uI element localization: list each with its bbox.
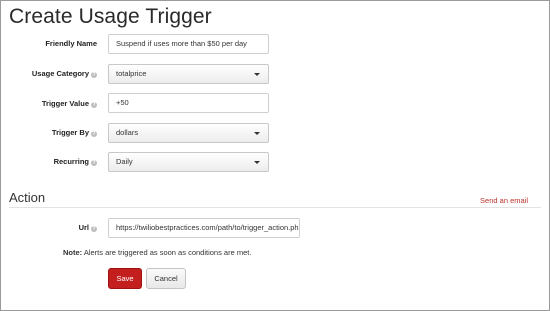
recurring-label: Recurring?: [1, 157, 97, 167]
page-frame: Create Usage Trigger Friendly Name Suspe…: [0, 0, 550, 311]
trigger-value-input[interactable]: +50: [108, 93, 269, 113]
friendly-name-input[interactable]: Suspend if uses more than $50 per day: [108, 34, 269, 54]
usage-category-info-icon[interactable]: ?: [91, 72, 97, 78]
trigger-value-label-text: Trigger Value: [41, 99, 89, 108]
trigger-by-label: Trigger By?: [1, 128, 97, 138]
usage-category-value: totalprice: [116, 69, 147, 78]
friendly-name-label-text: Friendly Name: [45, 39, 97, 48]
cancel-button[interactable]: Cancel: [146, 268, 186, 289]
recurring-label-text: Recurring: [53, 157, 89, 166]
section-divider: [9, 207, 541, 208]
usage-category-select[interactable]: totalprice: [108, 64, 269, 84]
note-text: Note: Alerts are triggered as soon as co…: [63, 248, 251, 257]
chevron-down-icon: [254, 132, 260, 135]
trigger-value-info-icon[interactable]: ?: [91, 102, 97, 108]
chevron-down-icon: [254, 73, 260, 76]
friendly-name-label: Friendly Name: [1, 39, 97, 49]
trigger-by-label-text: Trigger By: [51, 128, 89, 137]
action-section-title: Action: [9, 190, 46, 205]
trigger-value-label: Trigger Value?: [1, 99, 97, 109]
recurring-select[interactable]: Daily: [108, 152, 269, 172]
url-info-icon[interactable]: ?: [91, 226, 97, 232]
trigger-value-value: +50: [116, 98, 129, 107]
url-value: https://twiliobestpractices.com/path/to/…: [116, 223, 300, 232]
trigger-by-info-icon[interactable]: ?: [91, 131, 97, 137]
chevron-down-icon: [254, 161, 260, 164]
usage-category-label: Usage Category?: [1, 69, 97, 79]
note-body: Alerts are triggered as soon as conditio…: [83, 248, 252, 257]
recurring-info-icon[interactable]: ?: [91, 160, 97, 166]
trigger-by-value: dollars: [116, 128, 139, 137]
friendly-name-value: Suspend if uses more than $50 per day: [116, 39, 247, 48]
url-label-text: Url: [78, 223, 89, 232]
page-title: Create Usage Trigger: [9, 5, 212, 28]
url-input[interactable]: https://twiliobestpractices.com/path/to/…: [108, 218, 300, 238]
trigger-by-select[interactable]: dollars: [108, 123, 269, 143]
save-button[interactable]: Save: [108, 268, 142, 289]
usage-category-label-text: Usage Category: [31, 69, 89, 78]
recurring-value: Daily: [116, 157, 133, 166]
url-label: Url?: [1, 223, 97, 233]
send-email-link[interactable]: Send an email: [480, 196, 528, 205]
note-label: Note:: [63, 248, 83, 257]
